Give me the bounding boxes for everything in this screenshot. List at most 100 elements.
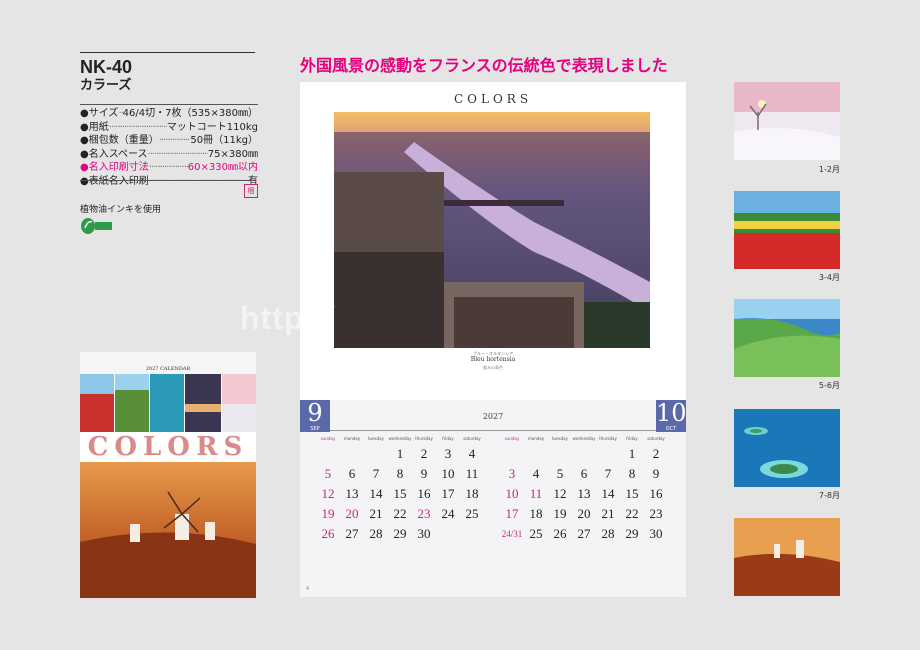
weekday-label: friday xyxy=(442,435,454,441)
day-cell: 21 xyxy=(601,506,615,521)
headline: 外国風景の感動をフランスの伝統色で表現しました xyxy=(300,56,668,75)
week-row: 3 4 5 6 7 8 9 xyxy=(500,464,670,484)
day-cell: 26 xyxy=(553,526,567,541)
day-cell: 11 xyxy=(465,466,479,481)
cover-title: COLORS xyxy=(87,432,249,462)
day-cell: 22 xyxy=(625,506,639,521)
day-cell: 21 xyxy=(369,506,383,521)
month-october: sunday monday tuesday wednesday thursday frid… xyxy=(500,432,670,544)
spec-list: ●サイズ46/4切・7枚（535×380㎜） ●用紙マットコート110kg ●梱… xyxy=(80,104,258,188)
day-cell: 10 xyxy=(505,486,519,501)
week-row: 5 6 7 8 9 10 11 xyxy=(316,464,486,484)
windmills-photo-icon xyxy=(80,491,256,598)
calendar-page: COLORS ブルー・オルタンシア Bleu hortensia 紫みの青色 9… xyxy=(300,82,687,597)
weekday-label: thursday xyxy=(599,435,617,441)
caption-note: 紫みの青色 xyxy=(483,365,503,370)
day-cell: 30 xyxy=(417,526,431,541)
thumbnail-snow xyxy=(734,82,840,160)
day-cell: 16 xyxy=(649,486,663,501)
weekday-header: sunday monday tuesday wednesday thursday frid… xyxy=(500,432,670,444)
thumbnail-label: 3-4月 xyxy=(818,273,840,282)
day-cell: 10 xyxy=(441,466,455,481)
spec-row: ●表紙名入印刷有 xyxy=(80,175,258,189)
weekday-label: wednesday xyxy=(388,435,412,441)
week-row: 26 27 28 29 30 xyxy=(316,524,486,544)
thumbnail-label: 7-8月 xyxy=(818,491,840,500)
day-cell: 28 xyxy=(601,526,615,541)
day-cell: 24/31 xyxy=(501,529,523,539)
day-cell: 17 xyxy=(505,506,519,521)
day-cell: 17 xyxy=(441,486,455,501)
day-cell: 13 xyxy=(345,486,359,501)
day-cell: 6 xyxy=(348,466,356,481)
day-cell: 2 xyxy=(420,446,428,461)
day-cell: 19 xyxy=(553,506,567,521)
thumbnail-hills xyxy=(734,299,840,377)
thumbnail-label: 5-6月 xyxy=(818,381,840,390)
day-cell: 7 xyxy=(372,466,380,481)
thumbnail-tulips xyxy=(734,191,840,269)
thumbnail-lagoon xyxy=(734,409,840,487)
product-name: カラーズ xyxy=(80,78,132,93)
week-row: 12 xyxy=(500,444,670,464)
day-cell: 11 xyxy=(529,486,543,501)
day-cell: 5 xyxy=(324,466,332,481)
day-cell: 7 xyxy=(604,466,612,481)
ink-note: 植物油インキを使用 xyxy=(80,205,162,215)
day-cell: 15 xyxy=(393,486,407,501)
day-cell: 30 xyxy=(649,526,663,541)
day-cell: 29 xyxy=(393,526,407,541)
day-cell: 27 xyxy=(345,526,359,541)
day-cell: 8 xyxy=(628,466,636,481)
cover-photo xyxy=(80,462,256,598)
calendar-grid-area: 9 SEP 10 OCT 2027 sunday monday tuesday wed… xyxy=(300,400,687,597)
spec-row: ●梱包数（重量）50冊（11kg） xyxy=(80,134,258,148)
day-cell: 14 xyxy=(369,486,383,501)
weekday-label: friday xyxy=(626,435,638,441)
page-logo: COLORS xyxy=(453,92,533,106)
caption-french: Bleu hortensia xyxy=(470,356,516,363)
day-cell: 29 xyxy=(625,526,639,541)
day-cell: 22 xyxy=(393,506,407,521)
weekday-label: sunday xyxy=(504,435,520,441)
day-cell: 20 xyxy=(577,506,591,521)
weekday-label: saturday xyxy=(647,435,665,441)
month-september: sunday monday tuesday wednesday thursday frid… xyxy=(316,432,486,544)
day-cell: 3 xyxy=(508,466,516,481)
day-cell: 12 xyxy=(321,486,335,501)
divider xyxy=(80,180,256,181)
weekday-label: wednesday xyxy=(572,435,596,441)
day-cell: 9 xyxy=(652,466,660,481)
day-cell: 4 xyxy=(468,446,476,461)
spec-row: ●サイズ46/4切・7枚（535×380㎜） xyxy=(80,107,258,121)
spec-row: ●名入スペース75×380㎜ xyxy=(80,148,258,162)
day-cell: 8 xyxy=(396,466,404,481)
calendar-year: 2027 xyxy=(482,412,504,421)
day-cell: 6 xyxy=(580,466,588,481)
day-cell: 16 xyxy=(417,486,431,501)
day-cell: 3 xyxy=(444,446,452,461)
day-cell: 26 xyxy=(321,526,335,541)
divider xyxy=(330,430,656,431)
day-cell: 15 xyxy=(625,486,639,501)
day-cell: 12 xyxy=(553,486,567,501)
day-cell: 25 xyxy=(465,506,479,521)
thumbnail-label: 1-2月 xyxy=(818,165,840,174)
day-cell: 18 xyxy=(465,486,479,501)
day-cell: 24 xyxy=(441,506,455,521)
day-cell: 5 xyxy=(556,466,564,481)
day-cell: 1 xyxy=(628,446,636,461)
week-row: 12 13 14 15 16 17 18 xyxy=(316,484,486,504)
day-cell: 20 xyxy=(345,506,359,521)
cover-thumbnail-collage xyxy=(80,374,256,432)
week-row: 24/31 25 26 27 28 29 30 xyxy=(500,524,670,544)
packing-mark-icon: 梱 xyxy=(244,184,258,198)
day-cell: 14 xyxy=(601,486,615,501)
day-cell: 28 xyxy=(369,526,383,541)
vegetable-oil-ink-logo-icon xyxy=(81,218,112,234)
thumbnail-windmills xyxy=(734,518,840,596)
spec-row-highlight: ●名入印刷寸法60×330㎜以内 xyxy=(80,161,258,175)
weekday-label: saturday xyxy=(463,435,481,441)
calendar-cover-image: 2027 CALENDAR COLORS xyxy=(80,352,256,598)
day-cell: 23 xyxy=(417,506,431,521)
